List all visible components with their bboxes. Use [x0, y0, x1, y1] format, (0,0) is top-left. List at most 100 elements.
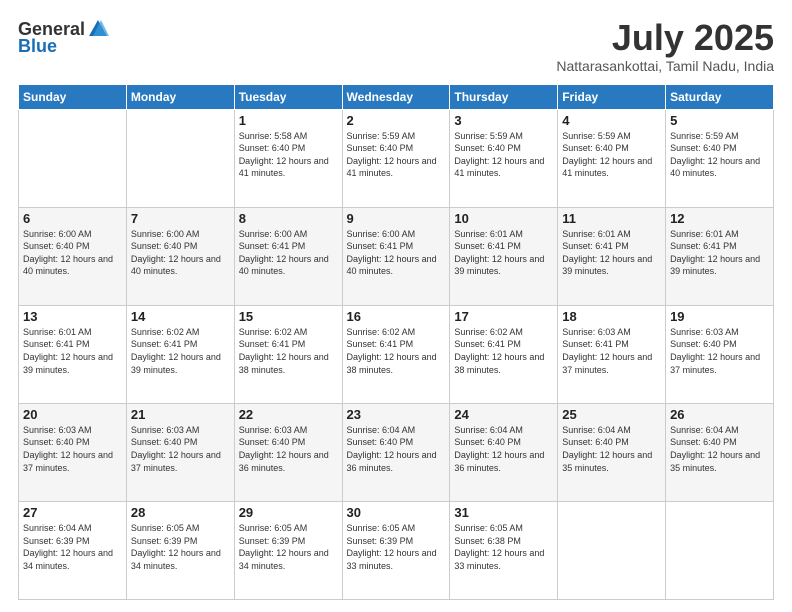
day-number: 6	[23, 211, 122, 226]
weekday-header-tuesday: Tuesday	[234, 84, 342, 109]
day-info: Sunrise: 6:04 AMSunset: 6:40 PMDaylight:…	[670, 424, 769, 474]
calendar-cell: 2 Sunrise: 5:59 AMSunset: 6:40 PMDaylight…	[342, 109, 450, 207]
calendar-cell: 24Sunrise: 6:04 AMSunset: 6:40 PMDayligh…	[450, 403, 558, 501]
day-info: Sunrise: 6:01 AMSunset: 6:41 PMDaylight:…	[670, 228, 769, 278]
calendar-cell: 21Sunrise: 6:03 AMSunset: 6:40 PMDayligh…	[126, 403, 234, 501]
calendar-cell	[19, 109, 127, 207]
calendar-cell: 17 Sunrise: 6:02 AMSunset: 6:41 PMDayligh…	[450, 305, 558, 403]
day-number: 22	[239, 407, 338, 422]
calendar-cell: 30Sunrise: 6:05 AMSunset: 6:39 PMDayligh…	[342, 501, 450, 599]
day-number: 31	[454, 505, 553, 520]
title-month: July 2025	[556, 18, 774, 58]
day-number: 11	[562, 211, 661, 226]
calendar-cell: 19 Sunrise: 6:03 AMSunset: 6:40 PMDayligh…	[666, 305, 774, 403]
calendar-cell: 15 Sunrise: 6:02 AMSunset: 6:41 PMDayligh…	[234, 305, 342, 403]
calendar-cell: 1Sunrise: 5:58 AMSunset: 6:40 PMDaylight…	[234, 109, 342, 207]
day-info: Sunrise: 6:03 AMSunset: 6:40 PMDaylight:…	[239, 424, 338, 474]
calendar-cell: 23 Sunrise: 6:04 AMSunset: 6:40 PMDayligh…	[342, 403, 450, 501]
logo-blue: Blue	[18, 36, 57, 57]
calendar-cell: 22 Sunrise: 6:03 AMSunset: 6:40 PMDayligh…	[234, 403, 342, 501]
day-info: Sunrise: 6:05 AMSunset: 6:38 PMDaylight:…	[454, 522, 553, 572]
day-number: 24	[454, 407, 553, 422]
day-number: 5	[670, 113, 769, 128]
day-info: Sunrise: 6:02 AMSunset: 6:41 PMDaylight:…	[131, 326, 230, 376]
day-info: Sunrise: 6:01 AMSunset: 6:41 PMDaylight:…	[23, 326, 122, 376]
day-info: Sunrise: 5:59 AMSunset: 6:40 PMDaylight:…	[347, 130, 446, 180]
calendar-body: 1Sunrise: 5:58 AMSunset: 6:40 PMDaylight…	[19, 109, 774, 599]
calendar-cell: 4 Sunrise: 5:59 AMSunset: 6:40 PMDaylight…	[558, 109, 666, 207]
day-info: Sunrise: 6:04 AMSunset: 6:39 PMDaylight:…	[23, 522, 122, 572]
weekday-header-thursday: Thursday	[450, 84, 558, 109]
calendar-cell: 18 Sunrise: 6:03 AMSunset: 6:41 PMDayligh…	[558, 305, 666, 403]
day-number: 12	[670, 211, 769, 226]
calendar-cell: 9Sunrise: 6:00 AMSunset: 6:41 PMDaylight…	[342, 207, 450, 305]
day-info: Sunrise: 6:01 AMSunset: 6:41 PMDaylight:…	[562, 228, 661, 278]
calendar-cell: 5 Sunrise: 5:59 AMSunset: 6:40 PMDaylight…	[666, 109, 774, 207]
day-info: Sunrise: 6:04 AMSunset: 6:40 PMDaylight:…	[347, 424, 446, 474]
day-info: Sunrise: 6:05 AMSunset: 6:39 PMDaylight:…	[239, 522, 338, 572]
calendar-cell: 27 Sunrise: 6:04 AMSunset: 6:39 PMDayligh…	[19, 501, 127, 599]
calendar-cell	[666, 501, 774, 599]
day-info: Sunrise: 6:03 AMSunset: 6:41 PMDaylight:…	[562, 326, 661, 376]
calendar-week-3: 13Sunrise: 6:01 AMSunset: 6:41 PMDayligh…	[19, 305, 774, 403]
calendar-cell: 10Sunrise: 6:01 AMSunset: 6:41 PMDayligh…	[450, 207, 558, 305]
weekday-header-sunday: Sunday	[19, 84, 127, 109]
day-number: 28	[131, 505, 230, 520]
day-info: Sunrise: 5:59 AMSunset: 6:40 PMDaylight:…	[454, 130, 553, 180]
day-number: 9	[347, 211, 446, 226]
day-info: Sunrise: 6:05 AMSunset: 6:39 PMDaylight:…	[131, 522, 230, 572]
day-number: 16	[347, 309, 446, 324]
day-info: Sunrise: 6:02 AMSunset: 6:41 PMDaylight:…	[239, 326, 338, 376]
weekday-header-friday: Friday	[558, 84, 666, 109]
calendar-cell: 20 Sunrise: 6:03 AMSunset: 6:40 PMDayligh…	[19, 403, 127, 501]
day-number: 15	[239, 309, 338, 324]
calendar-cell: 31 Sunrise: 6:05 AMSunset: 6:38 PMDayligh…	[450, 501, 558, 599]
day-number: 17	[454, 309, 553, 324]
header: General Blue July 2025 Nattarasankottai,…	[18, 18, 774, 74]
calendar-week-4: 20 Sunrise: 6:03 AMSunset: 6:40 PMDayligh…	[19, 403, 774, 501]
weekday-header-saturday: Saturday	[666, 84, 774, 109]
title-location: Nattarasankottai, Tamil Nadu, India	[556, 58, 774, 74]
day-number: 29	[239, 505, 338, 520]
day-info: Sunrise: 6:00 AMSunset: 6:40 PMDaylight:…	[131, 228, 230, 278]
day-number: 19	[670, 309, 769, 324]
calendar-cell: 7Sunrise: 6:00 AMSunset: 6:40 PMDaylight…	[126, 207, 234, 305]
day-number: 18	[562, 309, 661, 324]
day-info: Sunrise: 6:00 AMSunset: 6:41 PMDaylight:…	[239, 228, 338, 278]
day-number: 20	[23, 407, 122, 422]
day-info: Sunrise: 6:02 AMSunset: 6:41 PMDaylight:…	[454, 326, 553, 376]
day-number: 23	[347, 407, 446, 422]
calendar-cell: 29 Sunrise: 6:05 AMSunset: 6:39 PMDayligh…	[234, 501, 342, 599]
calendar-cell: 12 Sunrise: 6:01 AMSunset: 6:41 PMDayligh…	[666, 207, 774, 305]
day-number: 2	[347, 113, 446, 128]
calendar-cell: 14Sunrise: 6:02 AMSunset: 6:41 PMDayligh…	[126, 305, 234, 403]
day-info: Sunrise: 5:58 AMSunset: 6:40 PMDaylight:…	[239, 130, 338, 180]
calendar-cell: 16Sunrise: 6:02 AMSunset: 6:41 PMDayligh…	[342, 305, 450, 403]
calendar-cell: 13Sunrise: 6:01 AMSunset: 6:41 PMDayligh…	[19, 305, 127, 403]
calendar-cell: 26 Sunrise: 6:04 AMSunset: 6:40 PMDayligh…	[666, 403, 774, 501]
calendar-cell: 28 Sunrise: 6:05 AMSunset: 6:39 PMDayligh…	[126, 501, 234, 599]
day-number: 30	[347, 505, 446, 520]
weekday-header-wednesday: Wednesday	[342, 84, 450, 109]
day-number: 26	[670, 407, 769, 422]
calendar-cell: 11 Sunrise: 6:01 AMSunset: 6:41 PMDayligh…	[558, 207, 666, 305]
day-info: Sunrise: 6:03 AMSunset: 6:40 PMDaylight:…	[670, 326, 769, 376]
calendar-cell	[126, 109, 234, 207]
day-info: Sunrise: 6:04 AMSunset: 6:40 PMDaylight:…	[562, 424, 661, 474]
day-info: Sunrise: 5:59 AMSunset: 6:40 PMDaylight:…	[670, 130, 769, 180]
day-number: 8	[239, 211, 338, 226]
day-info: Sunrise: 5:59 AMSunset: 6:40 PMDaylight:…	[562, 130, 661, 180]
day-number: 4	[562, 113, 661, 128]
day-number: 25	[562, 407, 661, 422]
calendar-week-5: 27 Sunrise: 6:04 AMSunset: 6:39 PMDayligh…	[19, 501, 774, 599]
calendar-week-2: 6 Sunrise: 6:00 AMSunset: 6:40 PMDaylight…	[19, 207, 774, 305]
day-number: 27	[23, 505, 122, 520]
title-block: July 2025 Nattarasankottai, Tamil Nadu, …	[556, 18, 774, 74]
weekday-header: SundayMondayTuesdayWednesdayThursdayFrid…	[19, 84, 774, 109]
day-info: Sunrise: 6:03 AMSunset: 6:40 PMDaylight:…	[23, 424, 122, 474]
day-info: Sunrise: 6:01 AMSunset: 6:41 PMDaylight:…	[454, 228, 553, 278]
logo: General Blue	[18, 18, 110, 57]
calendar-cell	[558, 501, 666, 599]
logo-icon	[87, 18, 109, 40]
calendar: SundayMondayTuesdayWednesdayThursdayFrid…	[18, 84, 774, 600]
